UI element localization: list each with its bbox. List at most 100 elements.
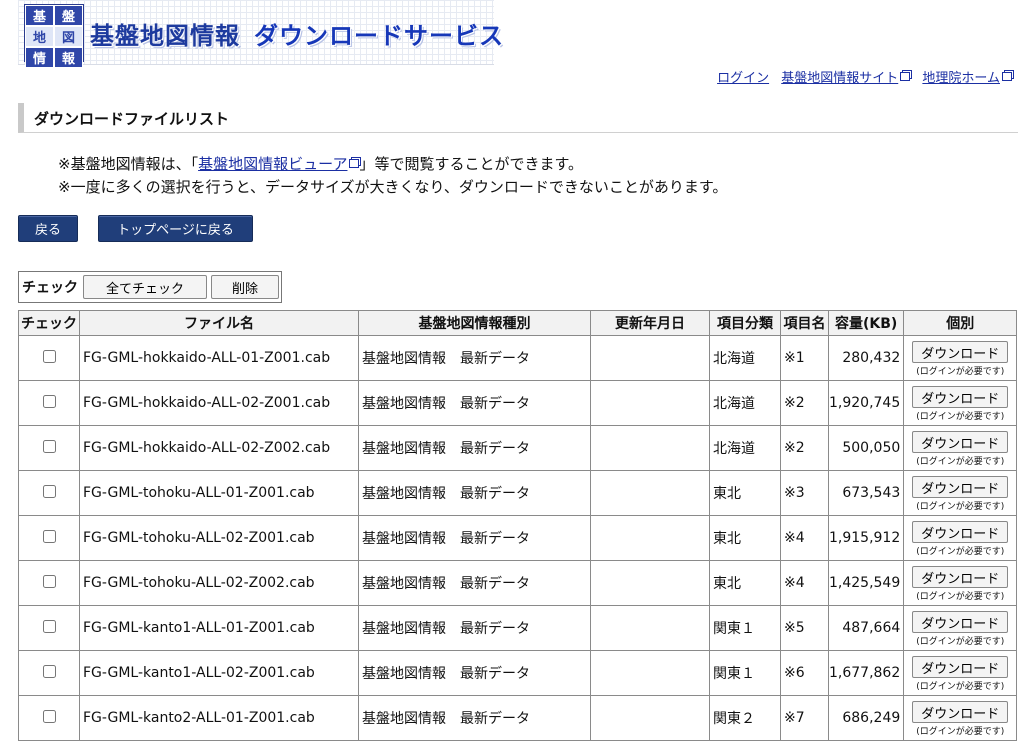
fgd-site-link[interactable]: 基盤地図情報サイト: [781, 71, 911, 86]
header-item: 項目名: [780, 310, 829, 336]
row-checkbox[interactable]: [42, 349, 56, 363]
file-name: FG-GML-kanto1-ALL-02-Z001.cab: [79, 650, 359, 696]
row-check-cell: [18, 695, 80, 741]
download-button[interactable]: ダウンロード: [912, 431, 1009, 453]
header-category: 項目分類: [709, 310, 781, 336]
download-button[interactable]: ダウンロード: [912, 611, 1009, 633]
delete-button[interactable]: 削除: [211, 275, 279, 299]
updated-date: [590, 695, 710, 741]
login-required-note: (ログインが必要です): [916, 682, 1005, 692]
download-button[interactable]: ダウンロード: [912, 341, 1009, 363]
table-row: FG-GML-kanto1-ALL-01-Z001.cab 基盤地図情報 最新デー…: [18, 605, 1018, 651]
updated-date: [590, 470, 710, 516]
note-size-warning: ※一度に多くの選択を行うと、データサイズが大きくなり、ダウンロードできないことが…: [58, 178, 728, 196]
download-cell: ダウンロード (ログインが必要です): [903, 695, 1018, 741]
category: 北海道: [709, 335, 781, 381]
row-check-cell: [18, 425, 80, 471]
updated-date: [590, 560, 710, 606]
login-required-note: (ログインが必要です): [916, 592, 1005, 602]
row-checkbox[interactable]: [42, 574, 56, 588]
row-check-cell: [18, 335, 80, 381]
site-banner: 基 盤 地 図 情 報 基盤地図情報 ダウンロードサービス: [18, 0, 503, 68]
check-toolbar: チェック 全てチェック 削除: [18, 271, 282, 303]
file-name: FG-GML-kanto1-ALL-01-Z001.cab: [79, 605, 359, 651]
row-checkbox[interactable]: [42, 484, 56, 498]
table-row: FG-GML-kanto1-ALL-02-Z001.cab 基盤地図情報 最新デー…: [18, 650, 1018, 696]
login-link[interactable]: ログイン: [717, 71, 769, 86]
download-cell: ダウンロード (ログインが必要です): [903, 335, 1018, 381]
category: 東北: [709, 470, 781, 516]
external-window-icon: [900, 72, 911, 81]
header-kind: 基盤地図情報種別: [358, 310, 591, 336]
row-check-cell: [18, 515, 80, 561]
download-button[interactable]: ダウンロード: [912, 566, 1009, 588]
download-button[interactable]: ダウンロード: [912, 521, 1009, 543]
row-checkbox[interactable]: [42, 529, 56, 543]
file-name: FG-GML-tohoku-ALL-01-Z001.cab: [79, 470, 359, 516]
row-check-cell: [18, 380, 80, 426]
row-check-cell: [18, 470, 80, 516]
logo-char: 基: [25, 5, 54, 26]
note-viewer-suffix: 」等で閲覧することができます。: [359, 155, 583, 173]
site-title: 基盤地図情報 ダウンロードサービス: [90, 16, 504, 51]
updated-date: [590, 425, 710, 471]
header-updated: 更新年月日: [590, 310, 710, 336]
top-page-button[interactable]: トップページに戻る: [98, 215, 253, 242]
file-size: 487,664: [827, 605, 905, 651]
item-name: ※4: [780, 560, 829, 606]
gsi-home-link-label: 地理院ホーム: [922, 71, 1000, 86]
download-button[interactable]: ダウンロード: [912, 476, 1009, 498]
table-row: FG-GML-tohoku-ALL-01-Z001.cab 基盤地図情報 最新デー…: [18, 470, 1018, 516]
login-required-note: (ログインが必要です): [916, 457, 1005, 467]
row-checkbox[interactable]: [42, 709, 56, 723]
viewer-link[interactable]: 基盤地図情報ビューア: [198, 155, 360, 173]
viewer-link-label: 基盤地図情報ビューア: [198, 155, 348, 173]
map-kind: 基盤地図情報 最新データ: [358, 470, 591, 516]
download-button[interactable]: ダウンロード: [912, 656, 1009, 678]
item-name: ※3: [780, 470, 829, 516]
row-checkbox[interactable]: [42, 664, 56, 678]
file-size: 1,425,549: [827, 560, 905, 606]
download-cell: ダウンロード (ログインが必要です): [903, 605, 1018, 651]
item-name: ※2: [780, 380, 829, 426]
file-name: FG-GML-kanto2-ALL-01-Z001.cab: [79, 695, 359, 741]
table-body: FG-GML-hokkaido-ALL-01-Z001.cab 基盤地図情報 最新…: [18, 335, 1018, 741]
updated-date: [590, 515, 710, 561]
row-checkbox[interactable]: [42, 394, 56, 408]
file-size: 1,915,912: [827, 515, 905, 561]
table-row: FG-GML-hokkaido-ALL-02-Z002.cab 基盤地図情報 最新…: [18, 425, 1018, 471]
site-logo: 基 盤 地 図 情 報: [24, 4, 84, 68]
notes: ※基盤地図情報は、「基盤地図情報ビューア 」等で閲覧することができます。 ※一度に…: [58, 153, 727, 199]
row-checkbox[interactable]: [42, 619, 56, 633]
category: 関東１: [709, 605, 781, 651]
gsi-home-link[interactable]: 地理院ホーム: [922, 71, 1012, 86]
map-kind: 基盤地図情報 最新データ: [358, 380, 591, 426]
map-kind: 基盤地図情報 最新データ: [358, 650, 591, 696]
download-button[interactable]: ダウンロード: [912, 701, 1009, 723]
category: 北海道: [709, 380, 781, 426]
file-name: FG-GML-hokkaido-ALL-02-Z001.cab: [79, 380, 359, 426]
file-name: FG-GML-hokkaido-ALL-01-Z001.cab: [79, 335, 359, 381]
download-cell: ダウンロード (ログインが必要です): [903, 380, 1018, 426]
item-name: ※4: [780, 515, 829, 561]
file-name: FG-GML-tohoku-ALL-02-Z001.cab: [79, 515, 359, 561]
row-check-cell: [18, 560, 80, 606]
item-name: ※5: [780, 605, 829, 651]
file-size: 686,249: [827, 695, 905, 741]
download-button[interactable]: ダウンロード: [912, 386, 1009, 408]
login-required-note: (ログインが必要です): [916, 547, 1005, 557]
section-heading: ダウンロードファイルリスト: [18, 103, 1018, 133]
file-table: チェック ファイル名 基盤地図情報種別 更新年月日 項目分類 項目名 容量(KB…: [18, 310, 1018, 741]
row-checkbox[interactable]: [42, 439, 56, 453]
back-button[interactable]: 戻る: [18, 215, 78, 242]
check-all-button[interactable]: 全てチェック: [83, 275, 207, 299]
map-kind: 基盤地図情報 最新データ: [358, 425, 591, 471]
file-size: 673,543: [827, 470, 905, 516]
header-size: 容量(KB): [827, 310, 905, 336]
external-window-icon: [1002, 72, 1012, 81]
login-required-note: (ログインが必要です): [916, 727, 1005, 737]
logo-char: 情: [25, 47, 54, 68]
header-file-name: ファイル名: [79, 310, 359, 336]
map-kind: 基盤地図情報 最新データ: [358, 515, 591, 561]
check-toolbar-label: チェック: [22, 280, 78, 296]
